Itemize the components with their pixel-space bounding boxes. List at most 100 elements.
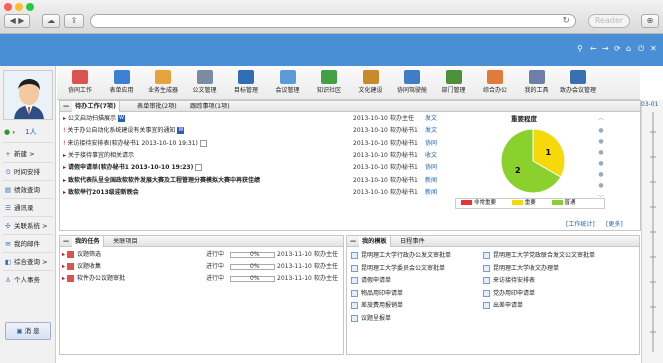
sidebar-item-personal[interactable]: ♙ 个人事务: [4, 273, 54, 287]
tab-related-projects[interactable]: 关联项目: [110, 236, 141, 247]
task-row[interactable]: ▸ 议题收集: [62, 261, 101, 272]
reader-button[interactable]: Reader: [588, 14, 630, 28]
template-item[interactable]: 请假申请单: [351, 275, 479, 286]
pie-chart: 12: [500, 128, 566, 194]
template-icon: [483, 289, 490, 297]
reload-icon[interactable]: ↻: [562, 15, 570, 27]
template-icon: [351, 277, 358, 284]
template-item[interactable]: 物品用印申请单: [351, 288, 479, 299]
legend-swatch: [461, 200, 472, 205]
refresh-icon[interactable]: ⟳: [614, 44, 621, 53]
todo-type-link[interactable]: 协同: [425, 162, 437, 173]
todo-type-link[interactable]: 新闻: [425, 187, 437, 198]
legend-swatch: [551, 200, 563, 205]
todo-row[interactable]: ▸ 请假申请单(软办秘书1 2013-10-10 19:23): [63, 162, 348, 173]
todo-row[interactable]: ▸ 关于接待事宜的相关请示: [63, 150, 348, 161]
todo-row[interactable]: ▸ 致软举行2013级迎新晚会: [63, 187, 348, 198]
todo-title: 致软举行2013级迎新晚会: [68, 188, 139, 196]
icloud-icon[interactable]: ☁: [42, 14, 60, 28]
template-icon: [483, 302, 490, 309]
arrow-right-icon[interactable]: →: [602, 44, 609, 53]
toolbar-item-label: 知识社区: [316, 87, 341, 94]
todo-row[interactable]: ▸ 公文启动扫描展示 W: [63, 113, 348, 124]
tab-my-templates[interactable]: 我的模板: [359, 236, 391, 247]
mail-icon: ✉: [5, 240, 11, 248]
collapse-icon[interactable]: —: [347, 236, 357, 247]
search-icon[interactable]: ⚲: [577, 44, 583, 53]
template-label: 昆明理工大学行政办公发文审批单: [361, 252, 452, 259]
todo-type-link[interactable]: 收文: [425, 150, 437, 161]
toolbar-item-target[interactable]: 目标管理: [226, 70, 266, 94]
toolbar-item-tools[interactable]: 我的工具: [517, 70, 557, 94]
todo-row[interactable]: ! 关于办公自动化系统建设有关事宜的通知 W: [63, 125, 348, 136]
sidebar-item-performance[interactable]: ▤ 绩效查询: [4, 183, 54, 197]
address-bar[interactable]: ↻: [90, 14, 576, 28]
arrow-left-icon[interactable]: ←: [590, 44, 597, 53]
tab-my-tasks[interactable]: 我的任务: [72, 236, 104, 247]
sidebar-item-mail[interactable]: ✉ 我的邮件: [4, 237, 54, 251]
toolbar-item-form[interactable]: 表单应用: [102, 70, 142, 94]
template-item[interactable]: 昆明理工大学收文办理单: [483, 263, 611, 274]
toolbar-item-cockpit[interactable]: 协同驾驶舱: [392, 70, 432, 94]
downloads-icon[interactable]: ⊕: [641, 14, 659, 28]
message-button[interactable]: ▣ 消 息: [5, 322, 51, 340]
pie-data-label: 2: [515, 166, 521, 175]
maximize-window-icon[interactable]: [26, 3, 34, 11]
template-item[interactable]: 昆明理工大学党政联合发文公文审批单: [483, 250, 611, 261]
toolbar-item-culture[interactable]: 文化建设: [351, 70, 391, 94]
template-item[interactable]: 议题呈报单: [351, 313, 479, 324]
template-icon: [483, 277, 490, 284]
todo-row[interactable]: ▸ 致软代表队呈全国政软软件发展大赛及工程管理分赛模拟大赛中再获佳绩: [63, 175, 348, 186]
task-row[interactable]: ▸ 议题筛选: [62, 249, 101, 260]
chart-legend: 非常重要 重要 普通: [455, 198, 605, 209]
toolbar-item-knowledge[interactable]: 知识社区: [309, 70, 349, 94]
todo-type-link[interactable]: 发文: [425, 113, 437, 124]
close-window-icon[interactable]: [4, 3, 12, 11]
task-icon: [67, 251, 75, 258]
template-item[interactable]: 差旅费用报销单: [351, 300, 479, 311]
sidebar-item-new[interactable]: + 新建 >: [4, 147, 54, 161]
avatar[interactable]: [3, 70, 53, 120]
collapse-icon[interactable]: —: [60, 236, 70, 247]
template-item[interactable]: 出差申请单: [483, 300, 611, 311]
task-title: 议题筛选: [77, 251, 102, 258]
toolbar-item-generator[interactable]: 业务生成器: [143, 70, 183, 94]
toolbar-item-protocol[interactable]: 协同工作: [60, 70, 100, 94]
tab-tracking[interactable]: 跟踪事项(1项): [187, 101, 233, 112]
toolbar-item-office[interactable]: 综合办公: [475, 70, 515, 94]
chevron-down-icon[interactable]: ﹀: [596, 193, 606, 202]
template-item[interactable]: 来访接待安排表: [483, 275, 611, 286]
page-dots[interactable]: ● ● ● ● ● ●: [597, 125, 605, 191]
close-icon[interactable]: ✕: [650, 44, 657, 53]
template-item[interactable]: 党办用印申请单: [483, 288, 611, 299]
sidebar-item-query[interactable]: ◧ 综合查询 >: [4, 255, 54, 269]
share-icon[interactable]: ⇪: [64, 14, 84, 28]
toolbar-item-conference[interactable]: 致办会议管理: [558, 70, 598, 94]
todo-row[interactable]: ! 来访接待安排表(软办秘书1 2013-10-10 19:31): [63, 138, 348, 149]
toolbar-item-document[interactable]: 公文管理: [185, 70, 225, 94]
template-item[interactable]: 昆明理工大学行政办公发文审批单: [351, 250, 479, 261]
generator-icon: [155, 70, 171, 84]
sidebar-item-contacts[interactable]: ☰ 通讯录: [4, 201, 54, 215]
todo-type-link[interactable]: 发文: [425, 125, 437, 136]
home-icon[interactable]: ⌂: [626, 44, 631, 53]
tab-todo[interactable]: 待办工作(7项): [72, 101, 120, 112]
sidebar-item-schedule[interactable]: ⏲ 时间安排: [4, 165, 54, 179]
collapse-icon[interactable]: —: [60, 101, 70, 112]
sidebar-item-related-systems[interactable]: ✣ 关联系统 >: [4, 219, 54, 233]
template-item[interactable]: 昆明理工大学委员会公文审批单: [351, 263, 479, 274]
minimize-window-icon[interactable]: [15, 3, 23, 11]
toolbar-item-meeting[interactable]: 会议管理: [268, 70, 308, 94]
tab-form-approval[interactable]: 表单审批(2项): [134, 101, 180, 112]
priority-flag-icon: !: [63, 139, 66, 147]
exit-icon[interactable]: ⏻: [638, 44, 644, 54]
tab-schedule-events[interactable]: 日程事件: [397, 236, 428, 247]
chevron-up-icon[interactable]: ︿: [596, 113, 606, 122]
back-forward-button[interactable]: ◀ ▶: [4, 14, 30, 28]
online-status[interactable]: ● ▾ 1人: [4, 127, 37, 138]
todo-type-link[interactable]: 新闻: [425, 175, 437, 186]
task-row[interactable]: ▸ 软件办公议题审批: [62, 273, 125, 284]
todo-type-link[interactable]: 协同: [425, 138, 437, 149]
template-icon: [351, 302, 358, 309]
toolbar-item-department[interactable]: 部门管理: [434, 70, 474, 94]
